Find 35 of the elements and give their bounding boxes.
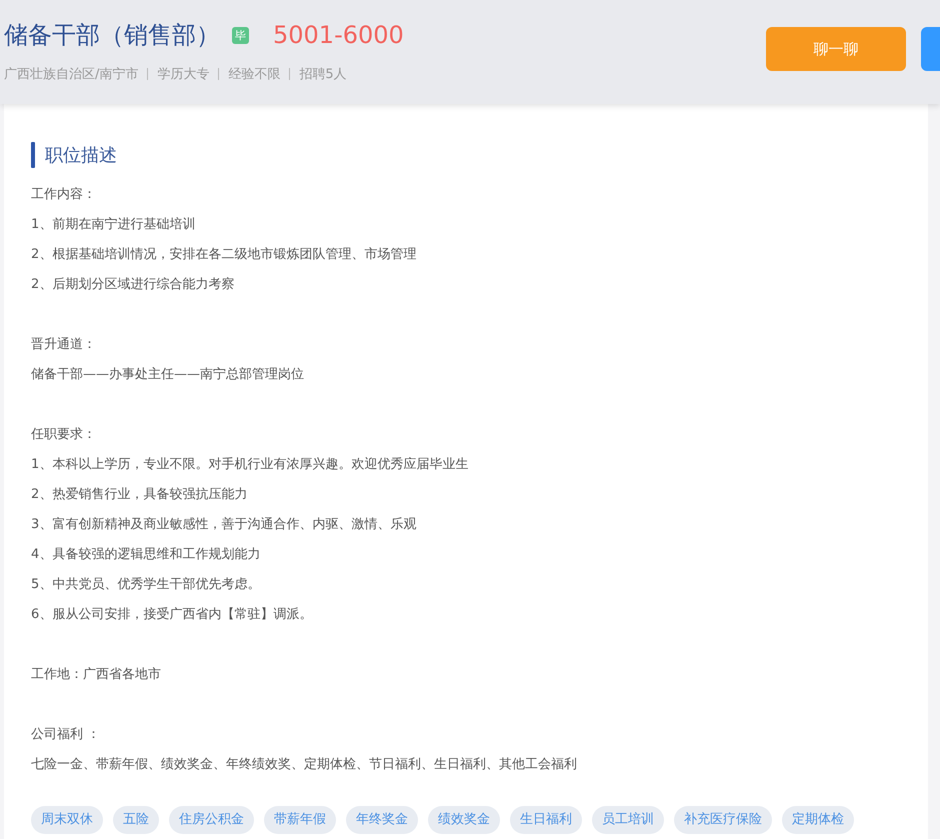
description-line: 工作地：广西省各地市 — [31, 666, 162, 684]
description-line: 任职要求： — [31, 426, 97, 444]
benefit-tag: 定期体检 — [782, 806, 854, 834]
job-title: 储备干部（销售部） — [4, 20, 220, 51]
benefit-tag: 员工培训 — [592, 806, 664, 834]
benefit-tag: 五险 — [113, 806, 159, 834]
description-line: 储备干部——办事处主任——南宁总部管理岗位 — [31, 366, 305, 384]
chat-button[interactable]: 聊一聊 — [766, 27, 906, 71]
description-line: 3、富有创新精神及商业敏感性，善于沟通合作、内驱、激情、乐观 — [31, 516, 418, 534]
description-line: 1、本科以上学历，专业不限。对手机行业有浓厚兴趣。欢迎优秀应届毕业生 — [31, 456, 470, 474]
job-meta: 经验不限 — [228, 66, 280, 83]
description-line: 晋升通道： — [31, 336, 97, 354]
description-line: 七险一金、带薪年假、绩效奖金、年终绩效奖、定期体检、节日福利、生日福利、其他工会福利 — [31, 756, 578, 774]
description-line: 5、中共党员、优秀学生干部优先考虑。 — [31, 576, 262, 594]
graduate-badge: 毕 — [232, 26, 249, 44]
benefit-tag: 住房公积金 — [169, 806, 254, 834]
job-meta: 广西壮族自治区/南宁市 — [4, 66, 138, 83]
benefit-tag: 带薪年假 — [264, 806, 336, 834]
section-title: 职位描述 — [45, 144, 117, 167]
description-line: 6、服从公司安排，接受广西省内【常驻】调派。 — [31, 606, 314, 624]
description-line: 2、热爱销售行业，具备较强抗压能力 — [31, 486, 248, 504]
job-meta: 招聘5人 — [299, 66, 347, 83]
description-line: 1、前期在南宁进行基础培训 — [31, 216, 196, 234]
job-meta: 学历大专 — [157, 66, 210, 83]
description-line: 4、具备较强的逻辑思维和工作规划能力 — [31, 546, 262, 564]
description-line: 公司福利 ： — [31, 726, 102, 744]
description-line: 2、根据基础培训情况，安排在各二级地市锻炼团队管理、市场管理 — [31, 246, 418, 264]
description-line: 2、后期划分区域进行综合能力考察 — [31, 276, 236, 294]
benefit-tag: 绩效奖金 — [428, 806, 500, 834]
description-line: 工作内容： — [31, 186, 97, 204]
benefit-tag: 年终奖金 — [346, 806, 418, 834]
salary: 5001-6000 — [273, 21, 404, 49]
benefit-tag: 周末双休 — [31, 806, 103, 834]
benefit-tag: 补充医疗保险 — [674, 806, 772, 834]
benefit-tag: 生日福利 — [510, 806, 582, 834]
